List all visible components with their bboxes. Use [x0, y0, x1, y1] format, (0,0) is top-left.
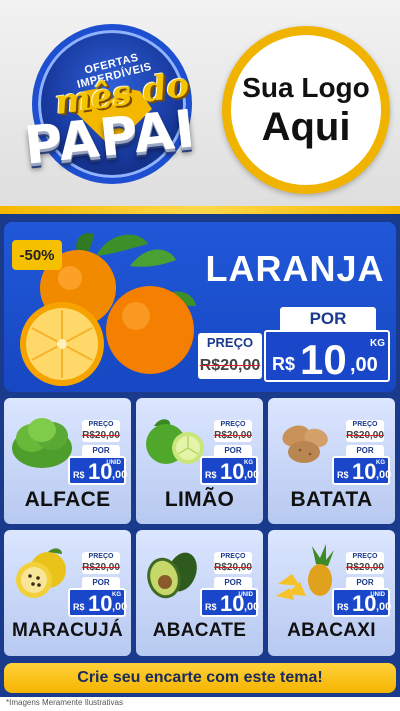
- old-price-label: PREÇO: [214, 552, 252, 562]
- price-cents: ,00: [112, 469, 128, 481]
- price-unit: UNID: [370, 592, 385, 598]
- product-card-alface[interactable]: PREÇO R$20,00 POR R$ 10 ,00 UNID ALFACE: [4, 398, 131, 524]
- new-price: R$ 10 ,00 KG: [200, 456, 260, 485]
- new-price-label: POR: [346, 577, 384, 588]
- price-unit: KG: [370, 338, 385, 349]
- product-name: LIMÃO: [164, 488, 235, 511]
- logo-line-1: Sua Logo: [242, 72, 370, 103]
- new-price: R$ 10 ,00 UNID: [68, 456, 128, 485]
- new-price: R$ 10 ,00 KG: [332, 456, 392, 485]
- new-price: R$ 10 ,00 UNID: [332, 588, 392, 617]
- price-unit: KG: [112, 592, 121, 598]
- product-name: ABACATE: [152, 620, 247, 641]
- price-cents: ,00: [350, 354, 378, 376]
- campaign-logo: OFERTAS IMPERDÍVEIS mês do PAPAI: [10, 18, 210, 190]
- new-price-label: POR: [82, 577, 120, 588]
- new-price-label: POR: [82, 445, 120, 456]
- price-integer: 10: [88, 591, 113, 616]
- old-price: R$20,00: [214, 430, 252, 442]
- hero-old-price-label: PREÇO: [198, 333, 262, 353]
- currency-symbol: R$: [272, 354, 296, 374]
- discount-badge: -50%: [12, 240, 62, 270]
- logo-line-2: Aqui: [261, 105, 351, 149]
- product-card-limao[interactable]: PREÇO R$20,00 POR R$ 10 ,00 KG LIMÃO: [136, 398, 263, 524]
- currency-symbol: R$: [73, 470, 85, 480]
- new-price: R$ 10 ,00 KG: [68, 588, 128, 617]
- product-card-abacate[interactable]: PREÇO R$20,00 POR R$ 10 ,00 UNID ABACATE: [136, 530, 263, 656]
- lettuce-icon: [12, 418, 72, 468]
- hero-old-price: R$20,00: [198, 353, 262, 379]
- price-unit: UNID: [106, 460, 121, 466]
- potato-icon: [282, 425, 328, 463]
- old-price: R$20,00: [82, 562, 120, 574]
- hero-product-name: LARANJA: [205, 248, 385, 289]
- hero-new-price-label: POR: [280, 307, 376, 331]
- old-price: R$20,00: [346, 430, 384, 442]
- old-price-label: PREÇO: [346, 552, 384, 562]
- price-cents: ,00: [244, 601, 260, 613]
- passion-fruit-icon: [16, 548, 66, 598]
- price-integer: 10: [300, 336, 347, 383]
- new-price-label: POR: [214, 445, 252, 456]
- price-integer: 10: [220, 459, 245, 484]
- old-price: R$20,00: [82, 430, 120, 442]
- price-integer: 10: [352, 459, 377, 484]
- header-divider: [0, 206, 400, 214]
- currency-symbol: R$: [205, 470, 217, 480]
- product-name: ALFACE: [24, 488, 111, 511]
- product-card-batata[interactable]: PREÇO R$20,00 POR R$ 10 ,00 KG BATATA: [268, 398, 395, 524]
- price-cents: ,00: [112, 601, 128, 613]
- price-cents: ,00: [244, 469, 260, 481]
- old-price-label: PREÇO: [82, 420, 120, 430]
- currency-symbol: R$: [73, 602, 85, 612]
- store-logo-placeholder[interactable]: Sua Logo Aqui: [222, 26, 390, 194]
- old-price: R$20,00: [346, 562, 384, 574]
- price-unit: KG: [244, 460, 253, 466]
- product-name: BATATA: [290, 488, 373, 511]
- price-unit: UNID: [238, 592, 253, 598]
- currency-symbol: R$: [337, 602, 349, 612]
- currency-symbol: R$: [205, 602, 217, 612]
- disclaimer-text: *Imagens Meramente Ilustrativas: [6, 698, 123, 707]
- old-price-label: PREÇO: [214, 420, 252, 430]
- currency-symbol: R$: [337, 470, 349, 480]
- price-cents: ,00: [376, 601, 392, 613]
- lime-icon: [146, 419, 204, 464]
- product-name: ABACAXI: [287, 620, 376, 641]
- price-cents: ,00: [376, 469, 392, 481]
- pineapple-icon: [276, 544, 334, 600]
- old-price-label: PREÇO: [346, 420, 384, 430]
- old-price-label: PREÇO: [82, 552, 120, 562]
- product-card-abacaxi[interactable]: PREÇO R$20,00 POR R$ 10 ,00 UNID ABACAXI: [268, 530, 395, 656]
- avocado-icon: [147, 552, 197, 599]
- price-unit: KG: [376, 460, 385, 466]
- hero-new-price: R$ 10 ,00 KG: [264, 330, 390, 383]
- old-price: R$20,00: [214, 562, 252, 574]
- product-name: MARACUJÁ: [11, 620, 124, 641]
- create-flyer-button[interactable]: Crie seu encarte com este tema!: [4, 663, 396, 693]
- product-card-maracuja[interactable]: PREÇO R$20,00 POR R$ 10 ,00 KG MARACUJÁ: [4, 530, 131, 656]
- new-price: R$ 10 ,00 UNID: [200, 588, 260, 617]
- new-price-label: POR: [346, 445, 384, 456]
- new-price-label: POR: [214, 577, 252, 588]
